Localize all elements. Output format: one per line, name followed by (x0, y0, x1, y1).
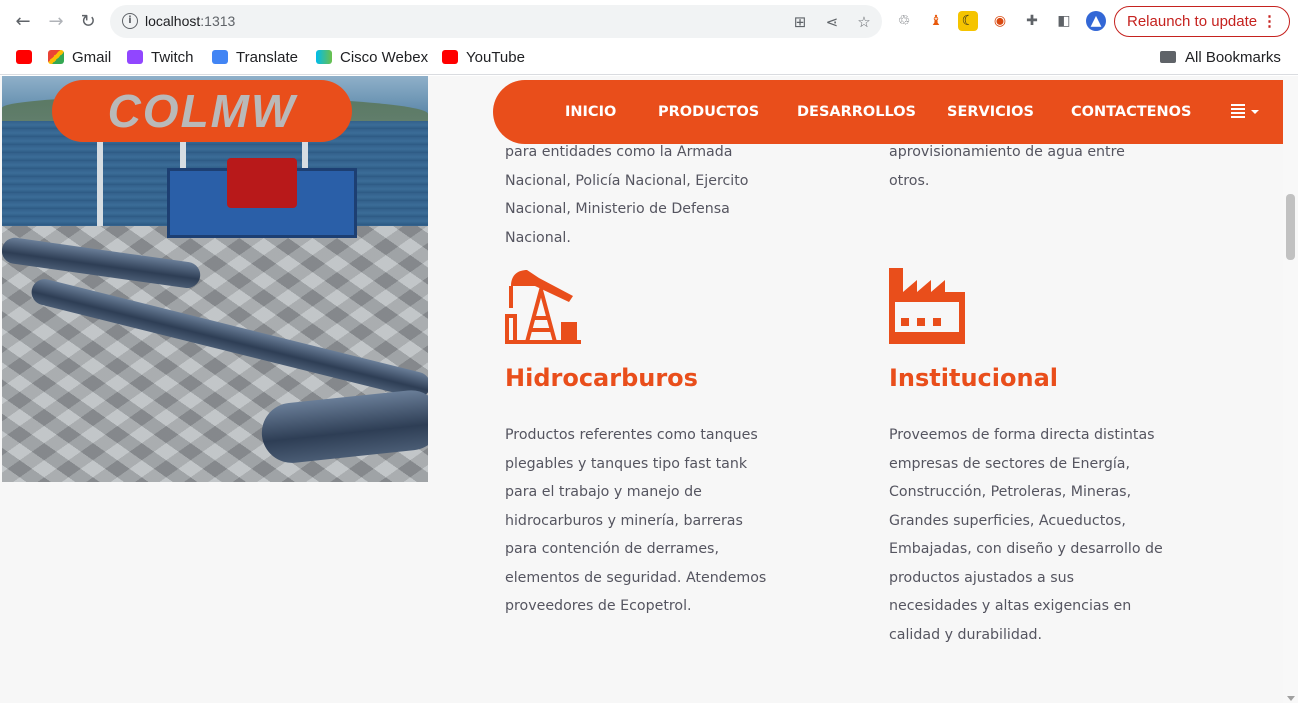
gmail-icon (48, 50, 64, 64)
left-top-paragraph: para entidades como la Armada Nacional, … (505, 138, 805, 252)
text-line: para contención de derrames, (505, 541, 719, 557)
text-line: calidad y durabilidad. (889, 626, 1043, 643)
bookmark-star-icon[interactable]: ☆ (855, 13, 873, 31)
translate-page-icon[interactable]: ⊞ (791, 13, 809, 31)
text-line: aprovisionamiento de agua entre (889, 144, 1125, 160)
site-info-icon[interactable]: i (122, 13, 138, 29)
text-line: Nacional. (505, 229, 571, 246)
swirl-extension-icon[interactable]: ◉ (990, 11, 1010, 31)
nav-contactenos[interactable]: CONTACTENOS (1071, 80, 1191, 144)
chess-extension-icon[interactable]: ♝ (926, 11, 946, 31)
factory-icon (889, 268, 965, 344)
twitch-icon (127, 50, 143, 64)
nav-servicios[interactable]: SERVICIOS (947, 80, 1034, 144)
relaunch-button[interactable]: Relaunch to update ⋮ (1114, 6, 1290, 37)
share-icon[interactable]: ⋖ (823, 13, 841, 31)
browser-toolbar: ← → ↻ i localhost:1313 ⊞ ⋖ ☆ ♲ ♝ ☾ ◉ ✚ ◧… (0, 0, 1298, 42)
text-line: Nacional, Policía Nacional, Ejercito (505, 172, 749, 189)
logo-text: COLMW (107, 85, 297, 137)
text-line: proveedores de Ecopetrol. (505, 598, 692, 614)
hamburger-menu-icon[interactable] (1231, 104, 1245, 118)
hero-pump-machine (227, 158, 297, 208)
reload-icon[interactable]: ↻ (77, 11, 99, 33)
oil-pump-icon (505, 270, 581, 344)
text-line: necesidades y altas exigencias en (889, 598, 1132, 614)
bookmark-youtube-short[interactable] (16, 48, 40, 68)
bookmark-cisco-webex[interactable]: Cisco Webex (316, 48, 428, 68)
chevron-down-icon[interactable] (1251, 110, 1259, 114)
text-line: para entidades como la Armada (505, 144, 733, 160)
all-bookmarks-button[interactable]: All Bookmarks (1160, 48, 1281, 68)
nav-productos[interactable]: PRODUCTOS (658, 80, 759, 144)
url-text[interactable]: localhost:1313 (145, 13, 235, 29)
text-line: Proveemos de forma directa distintas (889, 427, 1155, 443)
site-logo[interactable]: COLMW (52, 80, 352, 142)
youtube-icon (442, 50, 458, 64)
translate-icon (212, 50, 228, 64)
folder-icon (1160, 51, 1176, 63)
bookmark-translate[interactable]: Translate (212, 48, 298, 68)
recycle-extension-icon[interactable]: ♲ (894, 11, 914, 31)
right-top-paragraph: aprovisionamiento de agua entre otros. (889, 138, 1209, 195)
text-line: hidrocarburos y minería, barreras (505, 512, 743, 529)
scrollbar-thumb[interactable] (1286, 194, 1295, 260)
text-line: otros. (889, 172, 930, 189)
menu-dots-icon[interactable]: ⋮ (1262, 7, 1277, 36)
address-bar[interactable]: i localhost:1313 ⊞ ⋖ ☆ (110, 5, 882, 38)
hidrocarburos-paragraph: Productos referentes como tanques plegab… (505, 421, 835, 621)
bookmarks-bar: Gmail Twitch Translate Cisco Webex YouTu… (0, 42, 1298, 75)
puzzle-extensions-icon[interactable]: ✚ (1022, 11, 1042, 31)
text-line: empresas de sectores de Energía, (889, 455, 1131, 472)
moon-extension-icon[interactable]: ☾ (958, 11, 978, 31)
page-viewport: COLMW INICIO PRODUCTOS DESARROLLOS SERVI… (0, 76, 1283, 703)
youtube-icon (16, 50, 32, 64)
vertical-scrollbar[interactable] (1283, 76, 1298, 703)
text-line: elementos de seguridad. Atendemos (505, 569, 767, 586)
section-title-hidrocarburos: Hidrocarburos (505, 364, 698, 392)
webex-icon (316, 50, 332, 64)
bookmark-twitch[interactable]: Twitch (127, 48, 194, 68)
forward-arrow-icon[interactable]: → (45, 11, 67, 33)
site-navbar: INICIO PRODUCTOS DESARROLLOS SERVICIOS C… (493, 80, 1283, 144)
text-line: Grandes superficies, Acueductos, (889, 512, 1126, 529)
profile-avatar-icon[interactable]: ▲ (1086, 11, 1106, 31)
text-line: plegables y tanques tipo fast tank (505, 455, 748, 472)
bookmark-gmail[interactable]: Gmail (48, 48, 111, 68)
institucional-paragraph: Proveemos de forma directa distintas emp… (889, 421, 1229, 649)
text-line: Productos referentes como tanques (505, 427, 758, 443)
back-arrow-icon[interactable]: ← (12, 11, 34, 33)
text-line: productos ajustados a sus (889, 569, 1074, 586)
nav-inicio[interactable]: INICIO (565, 80, 616, 144)
text-line: Nacional, Ministerio de Defensa (505, 201, 730, 217)
text-line: Embajadas, con diseño y desarrollo de (889, 541, 1163, 557)
section-title-institucional: Institucional (889, 364, 1059, 392)
text-line: para el trabajo y manejo de (505, 484, 702, 500)
bookmark-youtube[interactable]: YouTube (442, 48, 525, 68)
scroll-down-arrow-icon[interactable] (1287, 696, 1295, 701)
nav-desarrollos[interactable]: DESARROLLOS (797, 80, 916, 144)
text-line: Construcción, Petroleras, Mineras, (889, 484, 1132, 500)
side-panel-icon[interactable]: ◧ (1054, 11, 1074, 31)
